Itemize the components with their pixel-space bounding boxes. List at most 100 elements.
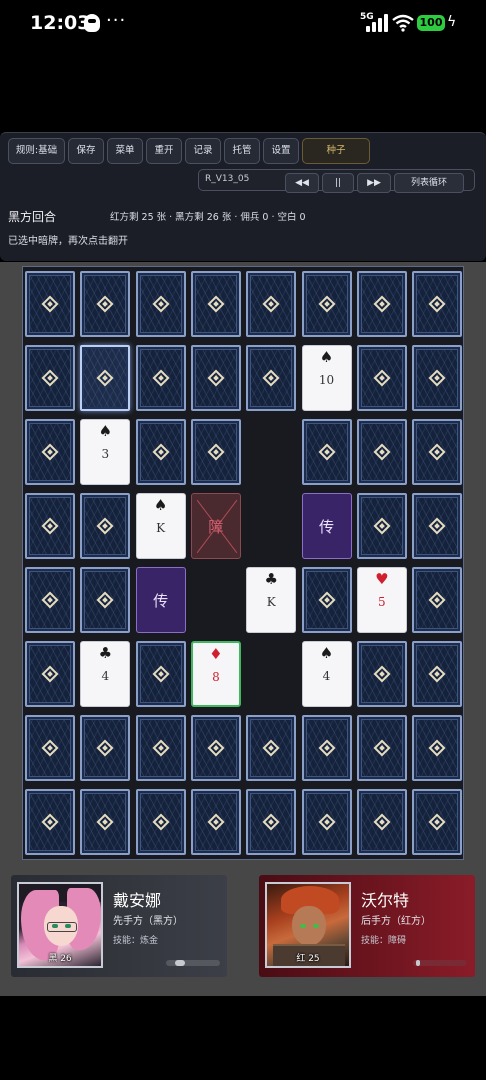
seed-button[interactable]: 种子 EB9B57BE — [302, 138, 370, 180]
card-back[interactable] — [25, 715, 75, 781]
card-back[interactable] — [246, 715, 297, 781]
rules-button[interactable]: 规则:基础 — [8, 138, 65, 164]
card-back[interactable] — [25, 641, 75, 707]
card-back[interactable] — [190, 789, 241, 855]
card-back[interactable] — [135, 419, 186, 485]
diamond-emblem-icon — [41, 591, 59, 609]
suit-icon: ♠ — [319, 644, 334, 662]
card-rank: 10 — [318, 373, 335, 387]
card-back[interactable] — [412, 789, 463, 855]
diamond-emblem-icon — [262, 369, 280, 387]
signal-icon — [366, 14, 388, 32]
card-back[interactable] — [190, 419, 241, 485]
menu-button[interactable]: 菜单 — [107, 138, 143, 164]
diamond-emblem-icon — [428, 369, 446, 387]
loop-mode-button[interactable]: 列表循环 — [394, 173, 464, 193]
card-back[interactable] — [80, 567, 131, 633]
card-back[interactable] — [190, 271, 241, 337]
replay-pause-button[interactable]: || — [322, 173, 354, 193]
empty-cell — [246, 641, 296, 707]
card-face[interactable]: ♥ 5 — [356, 567, 407, 633]
card-back[interactable] — [412, 641, 463, 707]
card-back[interactable] — [135, 641, 186, 707]
card-face[interactable]: ♠ K — [135, 493, 186, 559]
diamond-emblem-icon — [41, 665, 59, 683]
card-back[interactable] — [301, 271, 352, 337]
card-back[interactable] — [356, 345, 407, 411]
blocked-tile[interactable]: 障 — [190, 493, 241, 559]
replay-prev-button[interactable]: ◀◀ — [285, 173, 319, 193]
card-face[interactable]: ♠ 10 — [301, 345, 352, 411]
card-back[interactable] — [412, 493, 463, 559]
portal-tile[interactable]: 传 — [301, 493, 352, 559]
card-face[interactable]: ♣ 4 — [80, 641, 131, 707]
diamond-emblem-icon — [41, 739, 59, 757]
card-rank: K — [266, 595, 276, 609]
settings-button[interactable]: 设置 — [263, 138, 299, 164]
player-role: 后手方（红方） — [361, 916, 431, 927]
record-button[interactable]: 记录 — [185, 138, 221, 164]
card-back[interactable] — [80, 493, 131, 559]
card-back[interactable] — [80, 715, 131, 781]
card-back[interactable] — [135, 715, 186, 781]
card-face[interactable]: ♣ K — [246, 567, 297, 633]
player-badge: 红 25 — [296, 954, 320, 964]
diamond-emblem-icon — [373, 443, 391, 461]
card-back[interactable] — [356, 493, 407, 559]
player-card-black: 黑 26 戴安娜 先手方（黑方） 技能：炼金 — [11, 875, 227, 977]
card-back[interactable] — [412, 567, 463, 633]
diamond-emblem-icon — [152, 739, 170, 757]
card-back[interactable] — [356, 271, 407, 337]
diamond-emblem-icon — [262, 739, 280, 757]
portal-tile[interactable]: 传 — [135, 567, 186, 633]
card-back[interactable] — [356, 789, 407, 855]
card-back[interactable] — [301, 715, 352, 781]
diamond-emblem-icon — [428, 295, 446, 313]
card-back[interactable] — [412, 345, 463, 411]
player-skill: 技能：障碍 — [361, 936, 407, 946]
card-back[interactable] — [25, 567, 75, 633]
card-back[interactable] — [135, 345, 186, 411]
card-back[interactable] — [135, 789, 186, 855]
card-rank: K — [156, 521, 166, 535]
card-back[interactable] — [301, 567, 352, 633]
card-back[interactable] — [412, 271, 463, 337]
replay-next-button[interactable]: ▶▶ — [357, 173, 391, 193]
card-back[interactable] — [135, 271, 186, 337]
diamond-emblem-icon — [152, 665, 170, 683]
card-back-selected[interactable] — [80, 345, 131, 411]
card-back[interactable] — [412, 419, 463, 485]
card-back[interactable] — [25, 271, 75, 337]
card-back[interactable] — [25, 345, 75, 411]
card-face[interactable]: ♠ 3 — [80, 419, 131, 485]
card-back[interactable] — [80, 271, 131, 337]
card-back[interactable] — [301, 789, 352, 855]
card-back[interactable] — [246, 789, 297, 855]
card-back[interactable] — [25, 789, 75, 855]
card-back[interactable] — [25, 419, 75, 485]
suit-icon: ♦ — [209, 645, 223, 663]
card-face[interactable]: ♠ 4 — [301, 641, 352, 707]
card-back[interactable] — [246, 271, 297, 337]
card-back[interactable] — [190, 715, 241, 781]
save-button[interactable]: 保存 — [68, 138, 104, 164]
replay-name: R_V13_05 — [205, 174, 250, 184]
auto-play-button[interactable]: 托管 — [224, 138, 260, 164]
suit-icon: ♠ — [98, 422, 113, 440]
card-back[interactable] — [246, 345, 297, 411]
card-face[interactable]: ♦ 8 — [190, 641, 241, 707]
diamond-emblem-icon — [428, 739, 446, 757]
diamond-emblem-icon — [96, 591, 114, 609]
restart-button[interactable]: 重开 — [146, 138, 182, 164]
card-back[interactable] — [356, 641, 407, 707]
diamond-emblem-icon — [428, 591, 446, 609]
card-back[interactable] — [301, 419, 352, 485]
card-back[interactable] — [25, 493, 75, 559]
card-back[interactable] — [412, 715, 463, 781]
nav-bar — [0, 996, 486, 1080]
diamond-emblem-icon — [152, 295, 170, 313]
card-back[interactable] — [356, 419, 407, 485]
card-back[interactable] — [80, 789, 131, 855]
card-back[interactable] — [190, 345, 241, 411]
card-back[interactable] — [356, 715, 407, 781]
